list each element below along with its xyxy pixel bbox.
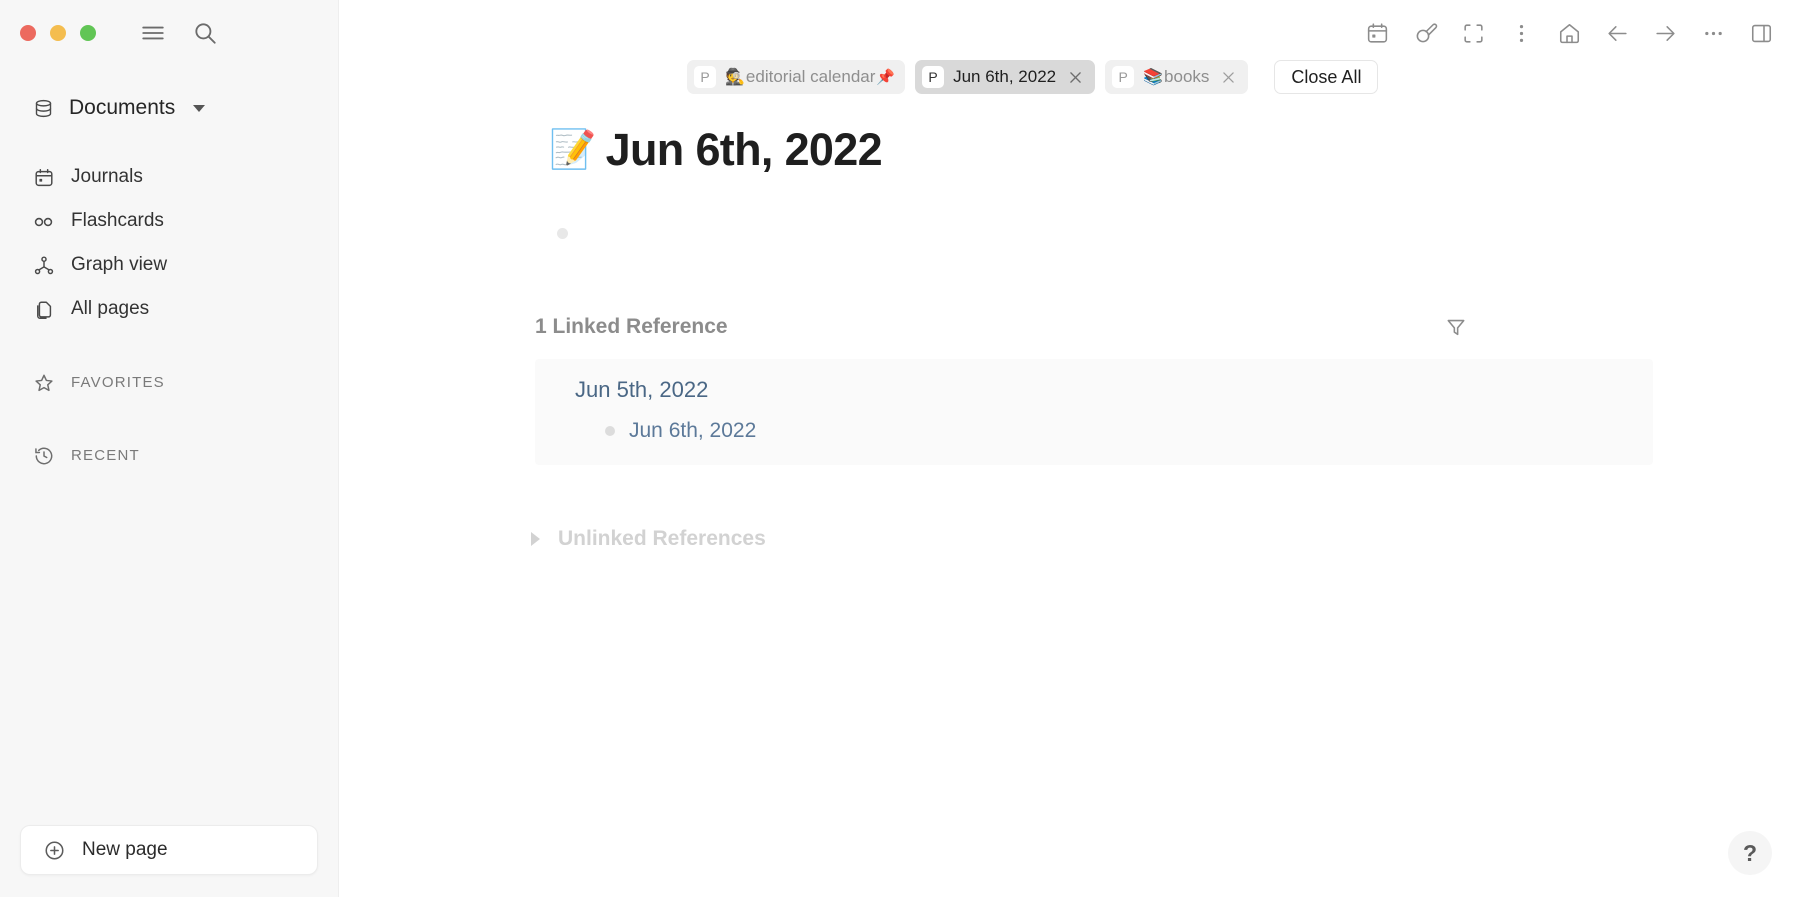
focus-brackets-icon[interactable] [1454, 14, 1492, 52]
sidebar-section-label: RECENT [71, 447, 140, 464]
arrow-right-icon[interactable] [1646, 14, 1684, 52]
pencil-circle-icon[interactable] [1406, 14, 1444, 52]
tab-type-badge: P [1112, 66, 1135, 88]
memo-emoji-icon: 📝 [549, 129, 596, 171]
pages-icon [32, 298, 55, 321]
tab-jun-6th-2022[interactable]: P Jun 6th, 2022 [915, 60, 1096, 94]
menu-icon[interactable] [136, 16, 170, 50]
calendar-icon[interactable] [1358, 14, 1396, 52]
tab-label-wrap: 🕵️ editorial calendar 📌 [725, 67, 895, 87]
search-icon[interactable] [188, 16, 222, 50]
tab-label-wrap: 📚 books [1143, 67, 1209, 87]
graph-switcher-label: Documents [69, 96, 176, 119]
graph-icon [32, 254, 55, 277]
graph-switcher[interactable]: Documents [8, 88, 326, 128]
tab-type-badge: P [922, 66, 945, 88]
sidebar-item-label: Journals [71, 166, 143, 188]
pushpin-icon[interactable]: 📌 [876, 68, 895, 86]
sidebar-item-journals[interactable]: Journals [8, 157, 326, 198]
close-all-tabs-button[interactable]: Close All [1274, 60, 1379, 94]
sidebar-item-label: Flashcards [71, 210, 164, 232]
new-page-label: New page [82, 839, 168, 860]
block-bullet[interactable] [557, 227, 568, 239]
tab-label: editorial calendar [745, 67, 876, 86]
chevron-right-icon [531, 532, 540, 546]
infinity-icon [32, 210, 55, 233]
tab-label-wrap: Jun 6th, 2022 [953, 67, 1056, 87]
right-sidebar-icon[interactable] [1742, 14, 1780, 52]
linked-reference-card: Jun 5th, 2022 Jun 6th, 2022 [535, 359, 1653, 465]
unlinked-references-title: Unlinked References [558, 527, 766, 550]
chevron-down-icon [193, 104, 206, 112]
tab-label: Jun 6th, 2022 [953, 67, 1057, 86]
filter-funnel-icon[interactable] [1441, 312, 1471, 342]
sidebar-section-label: FAVORITES [71, 374, 165, 391]
database-icon [32, 97, 55, 120]
books-emoji-icon: 📚 [1143, 69, 1164, 86]
sidebar-nav: Documents Journals Flashcards Graph view… [0, 66, 338, 479]
reference-page-link[interactable]: Jun 5th, 2022 [575, 377, 1653, 403]
help-button[interactable]: ? [1728, 831, 1772, 875]
home-icon[interactable] [1550, 14, 1588, 52]
tab-label: books [1164, 67, 1210, 86]
main-area: P 🕵️ editorial calendar 📌 P Jun 6th, 202… [339, 0, 1800, 897]
close-icon[interactable] [1218, 67, 1238, 87]
logseq-app-window: Documents Journals Flashcards Graph view… [0, 0, 1800, 897]
maximize-window-button[interactable] [80, 25, 96, 41]
horizontal-dots-icon[interactable] [1694, 14, 1732, 52]
sidebar-item-label: All pages [71, 298, 150, 320]
window-traffic-lights [20, 25, 96, 41]
reference-block-text[interactable]: Jun 6th, 2022 [629, 419, 756, 443]
linked-references-header: 1 Linked Reference [535, 312, 1631, 342]
unlinked-references-toggle[interactable]: Unlinked References [505, 527, 1631, 551]
star-icon [32, 371, 55, 394]
sidebar-item-graph-view[interactable]: Graph view [8, 245, 326, 286]
tab-editorial-calendar[interactable]: P 🕵️ editorial calendar 📌 [687, 60, 906, 94]
page-wrapper: 📝 Jun 6th, 2022 1 Linked Reference Jun 5… [511, 124, 1653, 551]
arrow-left-icon[interactable] [1598, 14, 1636, 52]
tab-bar: P 🕵️ editorial calendar 📌 P Jun 6th, 202… [339, 54, 1800, 100]
new-page-button[interactable]: New page [20, 825, 318, 875]
sidebar-section-recent[interactable]: RECENT [8, 435, 326, 476]
sidebar-section-favorites[interactable]: FAVORITES [8, 362, 326, 403]
reference-block-row: Jun 6th, 2022 [605, 419, 1653, 443]
page-block-row [549, 222, 1631, 244]
page-content: 📝 Jun 6th, 2022 1 Linked Reference Jun 5… [339, 66, 1800, 897]
sidebar-footer: New page [0, 825, 338, 897]
sidebar-item-all-pages[interactable]: All pages [8, 289, 326, 330]
linked-references-title[interactable]: 1 Linked Reference [535, 315, 728, 339]
sidebar-item-label: Graph view [71, 254, 168, 276]
sidebar-titlebar [0, 0, 338, 66]
block-bullet[interactable] [605, 426, 615, 436]
left-sidebar: Documents Journals Flashcards Graph view… [0, 0, 339, 897]
vertical-dots-icon[interactable] [1502, 14, 1540, 52]
plus-circle-icon [43, 839, 66, 862]
detective-emoji-icon: 🕵️ [725, 69, 745, 86]
close-window-button[interactable] [20, 25, 36, 41]
close-icon[interactable] [1065, 67, 1085, 87]
tab-books[interactable]: P 📚 books [1105, 60, 1249, 94]
minimize-window-button[interactable] [50, 25, 66, 41]
page-title[interactable]: 📝 Jun 6th, 2022 [549, 124, 1631, 176]
sidebar-item-flashcards[interactable]: Flashcards [8, 201, 326, 242]
calendar-icon [32, 166, 55, 189]
page-title-text: Jun 6th, 2022 [605, 124, 883, 175]
clock-icon [32, 444, 55, 467]
tab-type-badge: P [694, 66, 716, 88]
